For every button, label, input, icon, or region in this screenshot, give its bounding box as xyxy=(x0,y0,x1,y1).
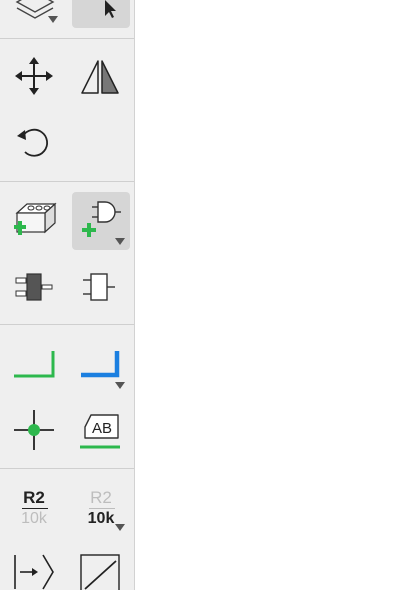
name-text: R2 xyxy=(23,488,45,507)
add-gate-button[interactable] xyxy=(72,192,130,250)
name-text: R2 xyxy=(90,488,112,507)
name-tool-button[interactable]: R2 10k xyxy=(5,478,63,536)
wire-button[interactable] xyxy=(5,336,63,394)
move-icon xyxy=(15,57,53,95)
fraction-line xyxy=(22,508,48,509)
mirror-button[interactable] xyxy=(72,47,130,105)
submenu-marker xyxy=(115,524,125,531)
rotate-icon xyxy=(17,128,48,157)
pin-filled-icon xyxy=(15,273,53,301)
value-tool-button[interactable]: R2 10k xyxy=(72,478,130,536)
pin-outline-button[interactable] xyxy=(72,258,130,316)
submenu-marker xyxy=(115,382,125,389)
cursor-icon xyxy=(105,0,116,18)
section-divider xyxy=(0,468,134,469)
wire-icon xyxy=(14,351,55,378)
value-text: 10k xyxy=(21,510,47,527)
net-label-text: AB xyxy=(92,420,112,437)
net-label-icon: AB xyxy=(80,414,120,449)
port-icon xyxy=(14,554,54,590)
schematic-toolbar: AB R2 10k R2 10k xyxy=(0,0,135,590)
net-label-button[interactable]: AB xyxy=(72,401,130,459)
mirror-icon xyxy=(81,60,119,94)
fraction-line xyxy=(89,508,115,509)
layers-icon xyxy=(15,0,55,19)
layers-button[interactable] xyxy=(5,0,63,28)
line-icon xyxy=(80,554,120,590)
junction-button[interactable] xyxy=(5,401,63,459)
pin-outline-icon xyxy=(83,273,115,301)
section-divider xyxy=(0,324,134,325)
select-button[interactable] xyxy=(72,0,130,28)
add-part-button[interactable] xyxy=(5,189,63,247)
line-button[interactable] xyxy=(72,543,130,590)
submenu-marker xyxy=(115,238,125,245)
submenu-marker xyxy=(48,16,58,23)
section-divider xyxy=(0,38,134,39)
bus-button[interactable] xyxy=(72,336,130,394)
pin-filled-button[interactable] xyxy=(5,258,63,316)
port-button[interactable] xyxy=(5,543,63,590)
add-part-icon xyxy=(14,202,57,235)
section-divider xyxy=(0,181,134,182)
rotate-button[interactable] xyxy=(5,112,63,170)
move-button[interactable] xyxy=(5,47,63,105)
junction-icon xyxy=(14,410,54,450)
